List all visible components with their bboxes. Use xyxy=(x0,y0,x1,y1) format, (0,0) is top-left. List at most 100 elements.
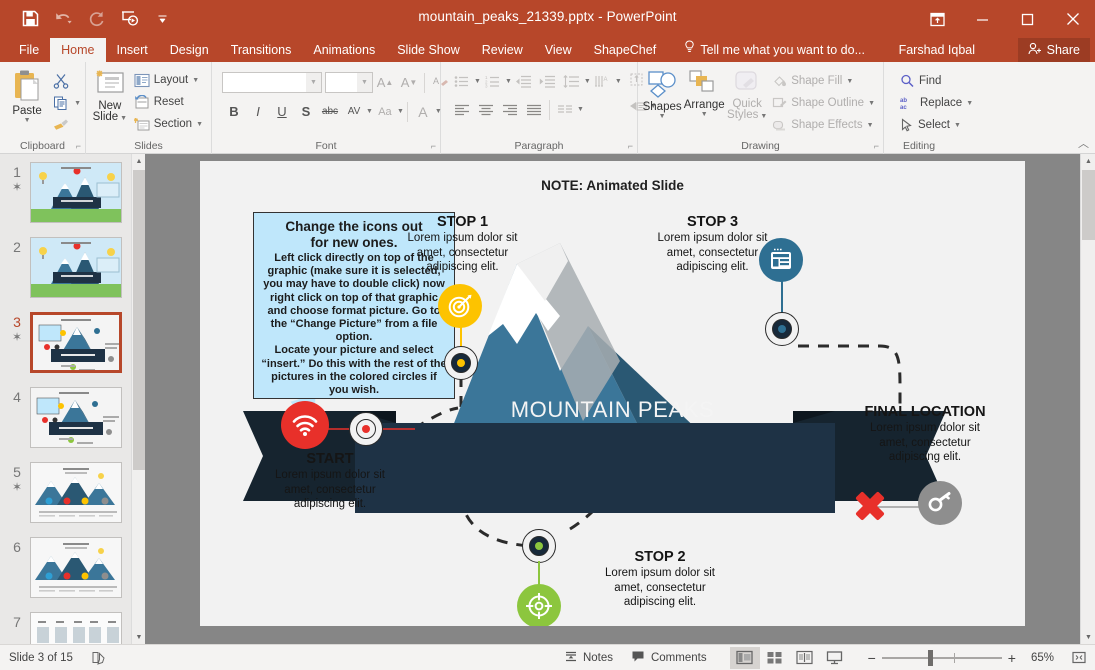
canvas-scrollbar-thumb[interactable] xyxy=(1082,170,1095,240)
stop1-icon-circle[interactable] xyxy=(438,284,482,328)
stop3-icon-circle[interactable] xyxy=(759,238,803,282)
normal-view-button[interactable] xyxy=(729,646,760,669)
canvas-scroll-down-icon[interactable]: ▼ xyxy=(1081,630,1095,644)
underline-button[interactable]: U xyxy=(270,100,294,123)
columns-caret-icon[interactable]: ▼ xyxy=(577,106,584,113)
find-button[interactable]: Find xyxy=(896,70,977,92)
thumbnail-row[interactable]: 6 xyxy=(0,537,131,598)
close-button[interactable] xyxy=(1050,0,1095,38)
clipboard-dialog-launcher[interactable]: ⌐ xyxy=(76,141,81,151)
stop3-route-node[interactable] xyxy=(765,312,799,346)
zoom-in-button[interactable]: + xyxy=(1002,645,1022,670)
ribbon-tab-insert[interactable]: Insert xyxy=(106,38,159,62)
zoom-slider-handle[interactable] xyxy=(927,649,933,666)
align-right-button[interactable] xyxy=(498,98,522,121)
shape-effects-button[interactable]: Shape Effects ▼ xyxy=(768,114,879,136)
zoom-out-button[interactable]: − xyxy=(862,645,882,670)
slide-canvas-pane[interactable]: NOTE: Animated Slide MOUNTAIN PEAKS Chan… xyxy=(145,154,1080,644)
section-button[interactable]: Section ▼ xyxy=(130,113,207,135)
decrease-font-size-button[interactable]: A ▼ xyxy=(397,71,421,94)
thumbnail-row[interactable]: 3 ✶ xyxy=(0,312,131,373)
justify-button[interactable] xyxy=(522,98,546,121)
character-spacing-caret-icon[interactable]: ▼ xyxy=(366,108,373,115)
line-spacing-button[interactable] xyxy=(560,70,584,93)
text-direction-button[interactable]: A xyxy=(591,70,615,93)
font-color-button[interactable]: A xyxy=(411,100,435,123)
increase-indent-button[interactable] xyxy=(536,70,560,93)
zoom-slider[interactable] xyxy=(881,645,1002,670)
character-spacing-button[interactable]: AV xyxy=(342,100,366,123)
ribbon-tab-home[interactable]: Home xyxy=(50,38,106,62)
format-painter-button[interactable] xyxy=(50,114,72,136)
increase-font-size-button[interactable]: A ▲ xyxy=(373,71,397,94)
share-button[interactable]: Share xyxy=(1017,38,1090,62)
shape-outline-button[interactable]: Shape Outline ▼ xyxy=(768,92,879,114)
ribbon-tab-animations[interactable]: Animations xyxy=(302,38,386,62)
tell-me-search[interactable]: Tell me what you want to do... xyxy=(684,38,865,62)
paste-button[interactable]: Paste ▼ xyxy=(4,66,50,124)
final-destination-x-marker[interactable] xyxy=(855,491,885,521)
bullets-caret-icon[interactable]: ▼ xyxy=(474,78,481,85)
reset-button[interactable]: Reset xyxy=(130,91,207,113)
thumbnail-row[interactable]: 1 ✶ xyxy=(0,162,131,223)
bullets-button[interactable] xyxy=(450,70,474,93)
font-dialog-launcher[interactable]: ⌐ xyxy=(431,141,436,151)
thumbnail-preview[interactable] xyxy=(30,312,122,373)
thumbnail-scroll-down-icon[interactable]: ▼ xyxy=(132,630,146,644)
align-center-button[interactable] xyxy=(474,98,498,121)
quick-styles-button[interactable]: Quick Styles ▼ xyxy=(726,66,768,122)
strikethrough-button[interactable]: abc xyxy=(318,100,342,123)
ribbon-tab-file[interactable]: File xyxy=(8,38,51,62)
font-size-combo[interactable]: ▼ xyxy=(325,72,373,93)
thumbnail-preview[interactable] xyxy=(30,162,122,223)
thumbnail-preview[interactable] xyxy=(30,387,122,448)
ribbon-tab-view[interactable]: View xyxy=(534,38,583,62)
slide-thumbnail-pane[interactable]: 1✶23✶45✶678 xyxy=(0,154,131,644)
change-case-button[interactable]: Aa xyxy=(373,100,397,123)
stop2-route-node[interactable] xyxy=(522,529,556,563)
copy-button[interactable] xyxy=(50,92,72,114)
font-size-caret-icon[interactable]: ▼ xyxy=(357,73,372,92)
slide-show-button[interactable] xyxy=(820,647,850,669)
font-name-caret-icon[interactable]: ▼ xyxy=(306,73,321,92)
columns-button[interactable] xyxy=(553,98,577,121)
stop1-route-node[interactable] xyxy=(444,346,478,380)
arrange-caret-icon[interactable]: ▼ xyxy=(701,111,708,118)
numbering-caret-icon[interactable]: ▼ xyxy=(505,78,512,85)
slide-sorter-view-button[interactable] xyxy=(760,647,790,669)
ribbon-tab-shapechef[interactable]: ShapeChef xyxy=(583,38,668,62)
numbering-button[interactable]: 123 xyxy=(481,70,505,93)
thumbnail-preview[interactable] xyxy=(30,237,122,298)
italic-button[interactable]: I xyxy=(246,100,270,123)
canvas-scrollbar[interactable]: ▲ ▼ xyxy=(1080,154,1095,644)
change-case-caret-icon[interactable]: ▼ xyxy=(397,108,404,115)
cut-button[interactable] xyxy=(50,70,72,92)
account-name[interactable]: Farshad Iqbal xyxy=(899,38,975,62)
canvas-scroll-up-icon[interactable]: ▲ xyxy=(1081,154,1095,168)
stop2-icon-circle[interactable] xyxy=(517,584,561,626)
notes-button[interactable]: Notes xyxy=(555,645,622,670)
text-shadow-button[interactable]: S xyxy=(294,100,318,123)
align-left-button[interactable] xyxy=(450,98,474,121)
new-slide-button[interactable]: New Slide ▼ xyxy=(90,66,130,124)
text-direction-caret-icon[interactable]: ▼ xyxy=(615,78,622,85)
final-icon-circle[interactable] xyxy=(918,481,962,525)
ribbon-tab-design[interactable]: Design xyxy=(159,38,220,62)
paragraph-dialog-launcher[interactable]: ⌐ xyxy=(628,141,633,151)
shapes-caret-icon[interactable]: ▼ xyxy=(659,113,666,120)
thumbnail-pane-scrollbar[interactable]: ▲ ▼ xyxy=(131,154,146,644)
select-button[interactable]: Select ▼ xyxy=(896,114,977,136)
restore-button[interactable] xyxy=(1005,0,1050,38)
ribbon-tab-slide-show[interactable]: Slide Show xyxy=(386,38,471,62)
reading-view-button[interactable] xyxy=(790,647,820,669)
start-route-node[interactable] xyxy=(349,412,383,446)
collapse-ribbon-button[interactable]: ︿ xyxy=(1078,135,1089,151)
decrease-indent-button[interactable] xyxy=(512,70,536,93)
thumbnail-row[interactable]: 4 xyxy=(0,387,131,448)
arrange-button[interactable]: Arrange ▼ xyxy=(682,66,726,118)
thumbnail-preview[interactable] xyxy=(30,462,122,523)
font-name-combo[interactable]: ▼ xyxy=(222,72,322,93)
bold-button[interactable]: B xyxy=(222,100,246,123)
shapes-button[interactable]: Shapes ▼ xyxy=(642,66,682,120)
layout-button[interactable]: Layout ▼ xyxy=(130,69,207,91)
